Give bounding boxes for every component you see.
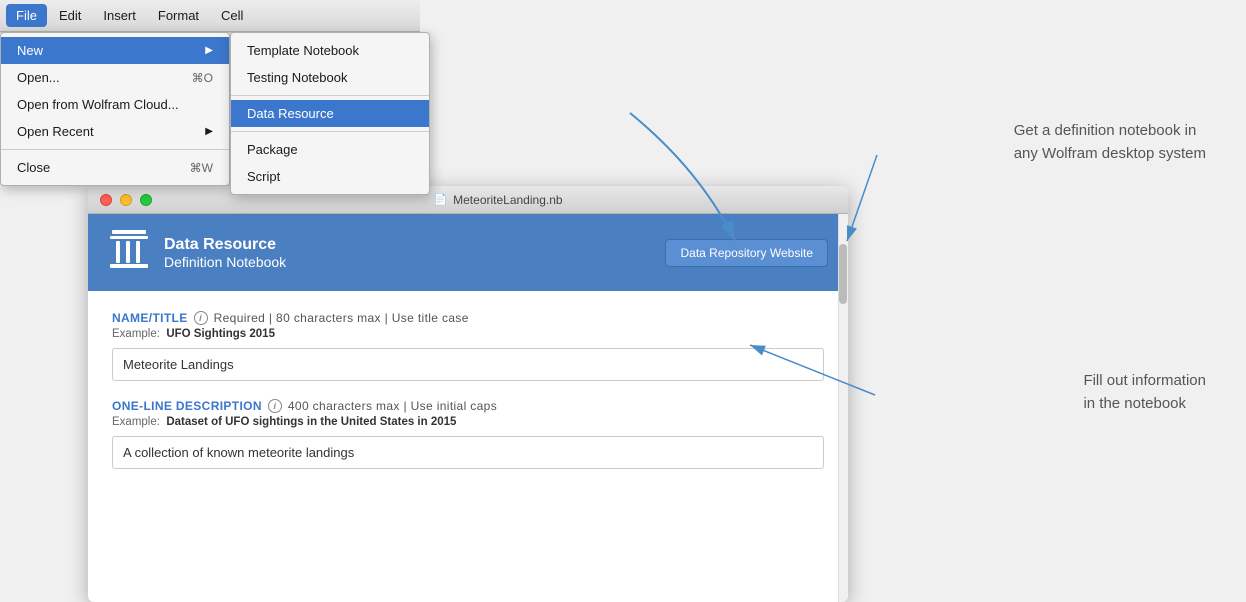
recent-submenu-arrow: ▶ — [205, 126, 213, 137]
description-input[interactable] — [112, 436, 824, 469]
name-title-label: NAME/TITLE i Required | 80 characters ma… — [112, 311, 824, 325]
wolfram-icon — [108, 228, 150, 277]
file-dropdown: New ▶ Open... ⌘O Open from Wolfram Cloud… — [0, 32, 230, 186]
scrollbar-thumb[interactable] — [839, 244, 847, 304]
name-title-example-value: UFO Sightings 2015 — [166, 328, 275, 340]
description-meta: 400 characters max | Use initial caps — [288, 399, 497, 413]
submenu-data-resource[interactable]: Data Resource — [231, 100, 429, 127]
menubar: File Edit Insert Format Cell — [0, 0, 420, 32]
menu-file[interactable]: File — [6, 4, 47, 27]
dropdown-open-cloud[interactable]: Open from Wolfram Cloud... — [1, 91, 229, 118]
annotation-top-right: Get a definition notebook inany Wolfram … — [1014, 120, 1206, 165]
minimize-button[interactable] — [120, 194, 132, 206]
submenu-template[interactable]: Template Notebook — [231, 37, 429, 64]
name-title-info-icon[interactable]: i — [194, 311, 208, 325]
annotation-bottom-right: Fill out informationin the notebook — [1083, 370, 1206, 415]
menu-format[interactable]: Format — [148, 4, 209, 27]
description-example: Example: Dataset of UFO sightings in the… — [112, 416, 824, 428]
submenu-testing[interactable]: Testing Notebook — [231, 64, 429, 91]
description-label: ONE-LINE DESCRIPTION i 400 characters ma… — [112, 399, 824, 413]
notebook-file-icon: 📄 — [433, 193, 447, 206]
close-button[interactable] — [100, 194, 112, 206]
notebook-content: NAME/TITLE i Required | 80 characters ma… — [88, 291, 848, 507]
submenu-sep2 — [231, 131, 429, 132]
description-example-value: Dataset of UFO sightings in the United S… — [166, 416, 456, 428]
description-info-icon[interactable]: i — [268, 399, 282, 413]
scrollbar[interactable] — [838, 214, 848, 602]
data-repository-button[interactable]: Data Repository Website — [665, 239, 828, 267]
name-title-example: Example: UFO Sightings 2015 — [112, 328, 824, 340]
name-title-meta: Required | 80 characters max | Use title… — [214, 311, 469, 325]
submenu-script[interactable]: Script — [231, 163, 429, 190]
dropdown-open-recent[interactable]: Open Recent ▶ — [1, 118, 229, 145]
menubar-container: File Edit Insert Format Cell New ▶ Open.… — [0, 0, 420, 33]
menu-insert[interactable]: Insert — [93, 4, 146, 27]
notebook-filename: MeteoriteLanding.nb — [453, 193, 562, 207]
notebook-main-title: Data Resource — [164, 236, 286, 254]
description-section: ONE-LINE DESCRIPTION i 400 characters ma… — [112, 399, 824, 469]
dropdown-new[interactable]: New ▶ — [1, 37, 229, 64]
notebook-header: Data Resource Definition Notebook Data R… — [88, 214, 848, 291]
notebook-header-left: Data Resource Definition Notebook — [108, 228, 286, 277]
maximize-button[interactable] — [140, 194, 152, 206]
submenu-package[interactable]: Package — [231, 136, 429, 163]
submenu-sep — [231, 95, 429, 96]
dropdown-open[interactable]: Open... ⌘O — [1, 64, 229, 91]
notebook-titlebar: 📄 MeteoriteLanding.nb — [88, 186, 848, 214]
name-title-section: NAME/TITLE i Required | 80 characters ma… — [112, 311, 824, 381]
dropdown-close[interactable]: Close ⌘W — [1, 154, 229, 181]
name-title-input[interactable] — [112, 348, 824, 381]
menu-edit[interactable]: Edit — [49, 4, 91, 27]
notebook-sub-title: Definition Notebook — [164, 254, 286, 270]
notebook-header-title: Data Resource Definition Notebook — [164, 236, 286, 270]
menu-cell[interactable]: Cell — [211, 4, 253, 27]
notebook-window: 📄 MeteoriteLanding.nb Data Resource Defi… — [88, 186, 848, 602]
new-submenu: Template Notebook Testing Notebook Data … — [230, 32, 430, 195]
new-submenu-arrow: ▶ — [205, 45, 213, 56]
dropdown-sep — [1, 149, 229, 150]
